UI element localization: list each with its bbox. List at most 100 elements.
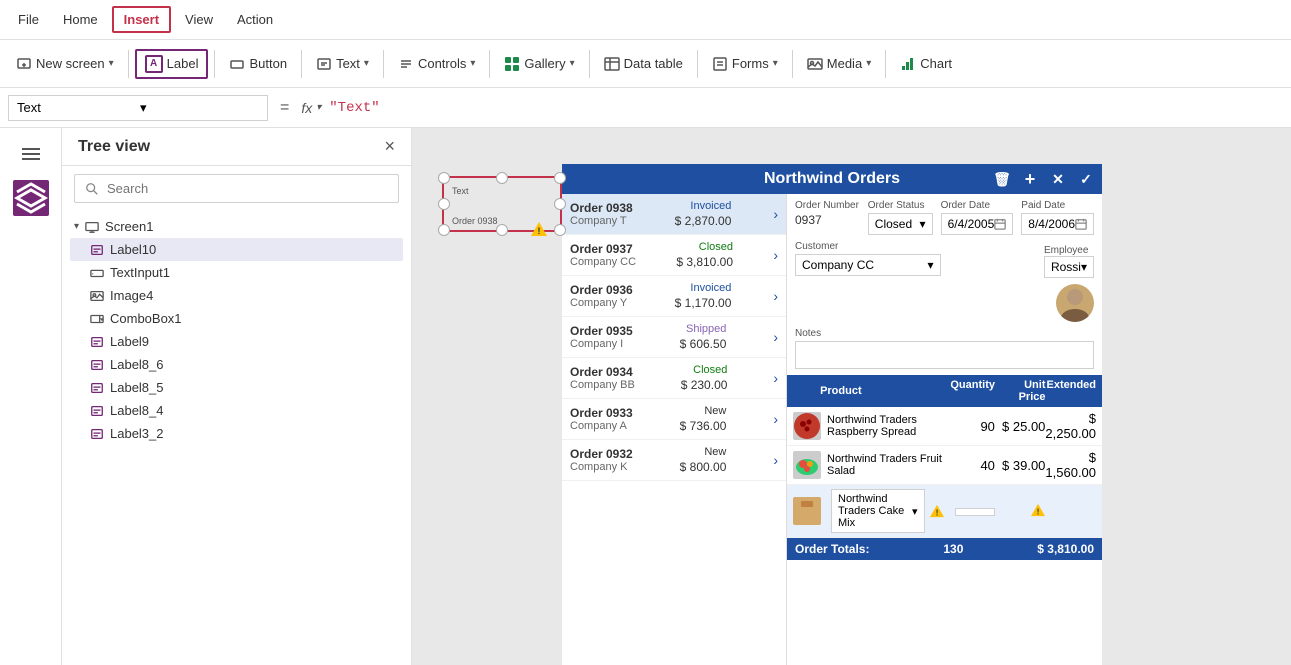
nw-order-0934[interactable]: Order 0934 Company BB Closed $ 230.00 › — [562, 358, 786, 399]
sidebar — [0, 128, 62, 665]
forms-button[interactable]: Forms ▾ — [704, 52, 786, 76]
product-qty-2: 40 — [944, 458, 994, 473]
search-icon — [85, 182, 99, 196]
menu-insert[interactable]: Insert — [112, 6, 171, 33]
nw-order-0935[interactable]: Order 0935 Company I Shipped $ 606.50 › — [562, 317, 786, 358]
sidebar-hamburger[interactable] — [13, 136, 49, 172]
image4-label: Image4 — [110, 288, 153, 303]
handle-bc[interactable] — [496, 224, 508, 236]
text-chevron: ▾ — [364, 58, 369, 69]
controls-button[interactable]: Controls ▾ — [390, 52, 483, 76]
nw-date-select[interactable]: 6/4/2005 — [941, 213, 1014, 235]
controls-chevron: ▾ — [470, 58, 475, 69]
warning-indicator: ! — [530, 221, 548, 240]
tree-item-label8-4[interactable]: Label8_4 — [70, 399, 403, 422]
northwind-app: Northwind Orders 🗑 + ✕ ✓ — [562, 164, 1102, 665]
nw-order-0938[interactable]: Order 0938 Company T Invoiced $ 2,870.00… — [562, 194, 786, 235]
nw-close-btn[interactable]: ✕ — [1046, 167, 1070, 191]
text-button[interactable]: Text ▾ — [308, 52, 377, 76]
order-chevron-0938: › — [773, 206, 778, 222]
formula-dropdown[interactable]: Text ▾ — [8, 95, 268, 121]
fx-label: fx — [301, 100, 312, 116]
separator-4 — [383, 50, 384, 78]
label8-6-icon — [90, 358, 104, 372]
nw-add-btn[interactable]: + — [1018, 167, 1042, 191]
handle-tl[interactable] — [438, 172, 450, 184]
panel-close-button[interactable]: × — [384, 136, 395, 157]
tree-item-label9[interactable]: Label9 — [70, 330, 403, 353]
nw-employee-select[interactable]: Rossi ▾ — [1044, 256, 1094, 278]
nw-order-date-field: Order Date 6/4/2005 — [941, 200, 1014, 235]
screen1-chevron: ▾ — [74, 221, 79, 232]
label3-2-icon — [90, 427, 104, 441]
gallery-chevron: ▾ — [570, 58, 575, 69]
tree-item-image4[interactable]: Image4 — [70, 284, 403, 307]
selected-element-overlay[interactable]: Text Order 0938 ! — [442, 176, 562, 232]
nw-notes-input[interactable] — [795, 341, 1094, 369]
label-button[interactable]: A Label — [135, 49, 209, 79]
chart-button[interactable]: Chart — [892, 52, 960, 76]
gallery-button[interactable]: Gallery ▾ — [496, 52, 582, 76]
nw-order-0932[interactable]: Order 0932 Company K New $ 800.00 › — [562, 440, 786, 481]
button-icon — [229, 56, 245, 72]
nw-order-0936[interactable]: Order 0936 Company Y Invoiced $ 1,170.00… — [562, 276, 786, 317]
nw-paid-date-select[interactable]: 8/4/2006 — [1021, 213, 1094, 235]
textinput-icon — [90, 266, 104, 280]
product-ext-2: $ 1,560.00 — [1045, 450, 1096, 480]
handle-ml[interactable] — [438, 198, 450, 210]
menu-home[interactable]: Home — [53, 8, 108, 31]
totals-qty: 130 — [943, 542, 963, 556]
product-thumb-2 — [793, 451, 821, 479]
product-qty-1: 90 — [944, 419, 994, 434]
separator-6 — [589, 50, 590, 78]
nw-products-section: Product Quantity Unit Price Extended — [787, 375, 1102, 665]
tree-item-label8-5[interactable]: Label8_5 — [70, 376, 403, 399]
tree-item-label10[interactable]: Label10 — [70, 238, 403, 261]
formula-value[interactable]: "Text" — [329, 100, 379, 116]
hamburger-icon — [18, 144, 44, 164]
editing-qty-input[interactable] — [955, 508, 995, 516]
nw-app-header: Northwind Orders 🗑 + ✕ ✓ — [562, 164, 1102, 194]
nw-customer-select[interactable]: Company CC ▾ — [795, 254, 941, 276]
tree-item-label3-2[interactable]: Label3_2 — [70, 422, 403, 445]
separator-2 — [214, 50, 215, 78]
datatable-button[interactable]: Data table — [596, 52, 691, 76]
handle-bl[interactable] — [438, 224, 450, 236]
app-frame: Text Order 0938 ! Northwind Orders 🗑 — [432, 148, 1132, 665]
nw-detail-panel: Order Number 0937 Order Status Closed ▾ — [787, 194, 1102, 665]
tree-item-textinput1[interactable]: TextInput1 — [70, 261, 403, 284]
handle-tc[interactable] — [496, 172, 508, 184]
tree-content: ▾ Screen1 Label10 — [62, 211, 411, 665]
button-button[interactable]: Button — [221, 52, 295, 76]
text-icon — [316, 56, 332, 72]
formula-dropdown-value: Text — [17, 100, 136, 115]
menu-action[interactable]: Action — [227, 8, 283, 31]
totals-label: Order Totals: — [795, 542, 869, 556]
col-product: Product — [793, 379, 945, 403]
nw-check-btn[interactable]: ✓ — [1074, 167, 1098, 191]
nw-field-row-1: Order Number 0937 Order Status Closed ▾ — [795, 200, 1094, 235]
label10-label: Label10 — [110, 242, 156, 257]
nw-status-select[interactable]: Closed ▾ — [868, 213, 933, 235]
tree-item-label8-6[interactable]: Label8_6 — [70, 353, 403, 376]
tree-item-combobox1[interactable]: ComboBox1 — [70, 307, 403, 330]
forms-chevron: ▾ — [773, 58, 778, 69]
menu-file[interactable]: File — [8, 8, 49, 31]
nw-body: Order 0938 Company T Invoiced $ 2,870.00… — [562, 194, 1102, 665]
nw-order-0937[interactable]: Order 0937 Company CC Closed $ 3,810.00 … — [562, 235, 786, 276]
sidebar-layers[interactable] — [13, 180, 49, 216]
separator-7 — [697, 50, 698, 78]
tree-item-screen1[interactable]: ▾ Screen1 — [70, 215, 403, 238]
new-screen-button[interactable]: New screen ▾ — [8, 52, 122, 76]
warning-icon-price: ! — [1030, 503, 1046, 517]
search-input[interactable] — [107, 181, 388, 196]
nw-field-row-2: Customer Company CC ▾ Employee — [795, 241, 1094, 322]
nw-delete-btn[interactable]: 🗑 — [990, 167, 1014, 191]
product-select-editing[interactable]: Northwind Traders Cake Mix ▾ — [831, 489, 925, 533]
menu-view[interactable]: View — [175, 8, 223, 31]
order-chevron-0936: › — [773, 288, 778, 304]
media-button[interactable]: Media ▾ — [799, 52, 879, 76]
nw-order-0933[interactable]: Order 0933 Company A New $ 736.00 › — [562, 399, 786, 440]
employee-avatar — [1056, 284, 1094, 322]
label3-2-label: Label3_2 — [110, 426, 164, 441]
